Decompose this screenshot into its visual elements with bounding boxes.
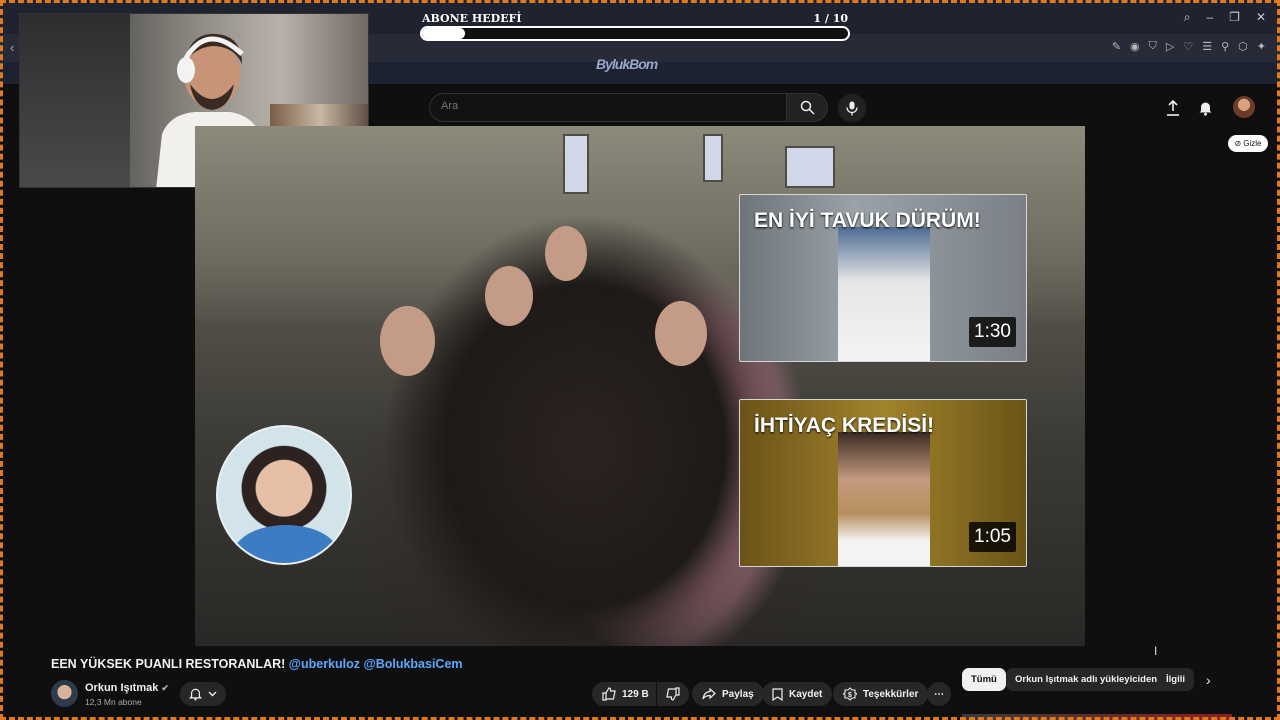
search-box[interactable] xyxy=(429,93,787,122)
heart-icon[interactable]: ♡ xyxy=(1183,40,1193,53)
subscription-bell-button[interactable] xyxy=(180,682,226,706)
chips-next-chevron-icon[interactable]: › xyxy=(1206,672,1211,688)
stream-logo: BylukBom xyxy=(596,56,658,72)
dislike-button[interactable] xyxy=(657,682,689,706)
bubble-shirt xyxy=(233,525,339,563)
channel-avatar[interactable] xyxy=(51,680,78,707)
like-button[interactable]: 129 B xyxy=(592,682,656,706)
goal-progress-fill xyxy=(422,28,465,39)
verified-icon: ✔ xyxy=(161,683,169,693)
list-icon[interactable]: ☰ xyxy=(1202,40,1212,53)
like-count: 129 B xyxy=(622,688,649,700)
notifications-button[interactable] xyxy=(1195,98,1215,118)
video-window xyxy=(703,134,723,182)
webcam-blinds xyxy=(20,14,130,187)
thanks-button[interactable]: $ Teşekkürler xyxy=(833,682,929,706)
chip-related[interactable]: İlgili xyxy=(1157,668,1194,691)
endcard-thumbnail xyxy=(838,432,930,566)
goal-count: 1 / 10 xyxy=(813,12,848,25)
endcard-video-1[interactable]: EN İYİ TAVUK DÜRÜM! 1:30 xyxy=(739,194,1027,362)
camera-icon[interactable]: ◉ xyxy=(1130,40,1140,53)
video-title-text: EEN YÜKSEK PUANLI RESTORANLAR! xyxy=(51,657,286,671)
chevron-down-icon xyxy=(208,691,217,697)
hide-label: Gizle xyxy=(1243,139,1262,148)
person-icon[interactable]: ⚲ xyxy=(1221,40,1229,53)
channel-name[interactable]: Orkun Işıtmak ✔ xyxy=(85,682,169,694)
endcard-duration: 1:30 xyxy=(969,317,1016,347)
bookmark-icon xyxy=(772,687,783,701)
voice-search-button[interactable] xyxy=(838,94,866,122)
hide-button[interactable]: ⊘ Gizle xyxy=(1228,135,1268,152)
bell-icon xyxy=(1199,102,1211,116)
shield-icon[interactable]: ⛉ xyxy=(1149,40,1157,53)
close-icon[interactable]: ✕ xyxy=(1256,10,1266,25)
upload-button[interactable] xyxy=(1163,98,1183,118)
endcard-video-2[interactable]: İHTİYAÇ KREDİSİ! 1:05 xyxy=(739,399,1027,567)
endcard-duration: 1:05 xyxy=(969,522,1016,552)
goal-title: ABONE HEDEFİ xyxy=(422,12,522,25)
channel-subscribe-bubble[interactable] xyxy=(216,425,352,565)
text-cursor-icon: I xyxy=(1154,644,1158,658)
back-arrow-icon[interactable]: ‹ xyxy=(10,40,14,55)
microphone-icon xyxy=(846,101,858,115)
upload-icon xyxy=(1167,100,1179,116)
search-input[interactable] xyxy=(441,100,771,112)
cube-icon[interactable]: ⬡ xyxy=(1238,40,1248,53)
ai-icon[interactable]: ✦ xyxy=(1257,40,1266,53)
channel-name-text: Orkun Işıtmak xyxy=(85,682,159,694)
goal-progress-bar xyxy=(420,26,850,41)
minimize-icon[interactable]: – xyxy=(1206,10,1213,25)
super-thanks-icon: $ xyxy=(843,687,857,701)
chip-from-uploader[interactable]: Orkun Işıtmak adlı yükleyiciden xyxy=(1006,668,1167,691)
sidebar-thumbnail-peek[interactable] xyxy=(962,714,1232,720)
thumbs-down-icon xyxy=(666,687,680,701)
endcard-thumbnail xyxy=(838,227,930,361)
restore-icon[interactable]: ❐ xyxy=(1229,10,1240,25)
video-face xyxy=(655,301,707,366)
search-icon xyxy=(800,100,815,115)
chip-all[interactable]: Tümü xyxy=(962,668,1006,691)
save-button[interactable]: Kaydet xyxy=(762,682,833,706)
video-face xyxy=(380,306,435,376)
share-icon xyxy=(702,688,716,700)
mention-link[interactable]: @BolukbasiCem xyxy=(364,657,463,671)
save-label: Kaydet xyxy=(789,688,823,700)
share-button[interactable]: Paylaş xyxy=(692,682,764,706)
search-icon[interactable]: ⌕ xyxy=(1184,10,1191,25)
window-controls: ⌕ – ❐ ✕ xyxy=(1184,10,1266,25)
video-window xyxy=(785,146,835,188)
mention-link[interactable]: @uberkuloz xyxy=(289,657,360,671)
subscriber-count: 12,3 Mn abone xyxy=(85,697,142,707)
hide-icon: ⊘ xyxy=(1234,139,1242,148)
svg-text:$: $ xyxy=(848,692,852,699)
share-label: Paylaş xyxy=(722,688,754,700)
thanks-label: Teşekkürler xyxy=(863,688,919,700)
video-face xyxy=(545,226,587,281)
more-actions-button[interactable]: ⋯ xyxy=(927,682,951,706)
endcard-title: İHTİYAÇ KREDİSİ! xyxy=(754,414,935,437)
video-title: EEN YÜKSEK PUANLI RESTORANLAR! @uberkulo… xyxy=(51,657,463,671)
play-icon[interactable]: ▷ xyxy=(1166,40,1174,53)
account-avatar[interactable] xyxy=(1233,96,1255,118)
video-window xyxy=(563,134,589,194)
edit-icon[interactable]: ✎ xyxy=(1112,40,1121,53)
endcard-title: EN İYİ TAVUK DÜRÜM! xyxy=(754,209,981,232)
thumbs-up-icon xyxy=(602,687,616,701)
extension-icons: ✎ ◉ ⛉ ▷ ♡ ☰ ⚲ ⬡ ✦ xyxy=(1112,40,1266,53)
video-face xyxy=(485,266,533,326)
subscriber-goal-widget: ABONE HEDEFİ 1 / 10 xyxy=(420,10,850,44)
bell-icon xyxy=(189,688,202,701)
more-icon: ⋯ xyxy=(934,688,944,700)
search-button[interactable] xyxy=(786,93,828,122)
